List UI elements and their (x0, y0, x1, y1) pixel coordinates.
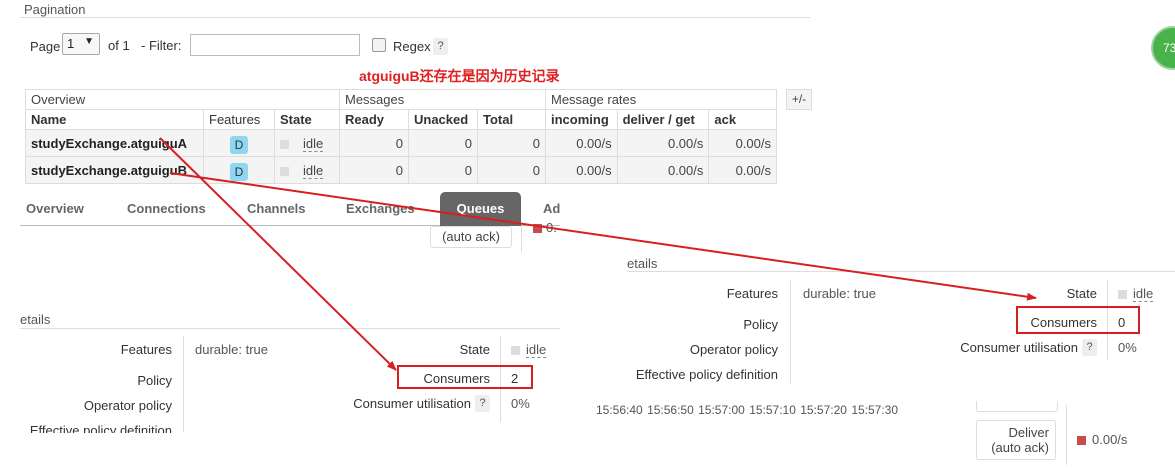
annotation-arrows (159, 137, 1037, 371)
arrow-line (159, 137, 397, 371)
arrow-line (169, 172, 1037, 301)
